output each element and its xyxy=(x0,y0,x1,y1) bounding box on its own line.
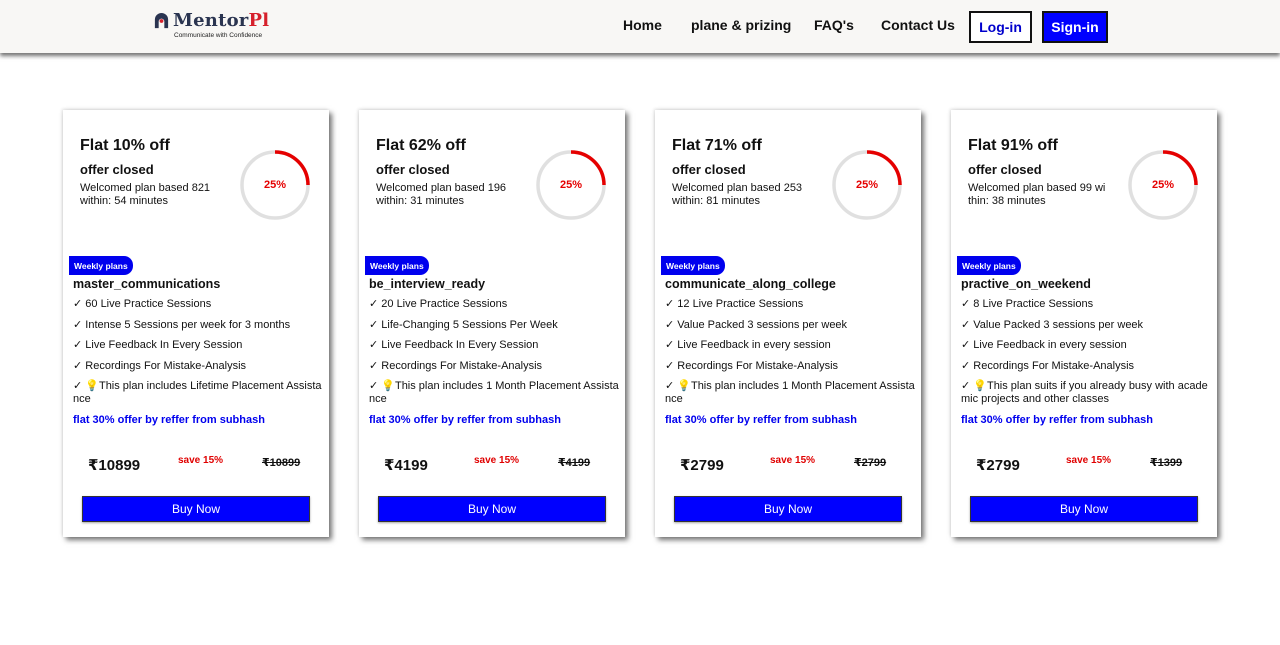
weekly-plans-badge: Weekly plans xyxy=(957,256,1021,275)
original-price: ₹1399 xyxy=(1150,457,1183,469)
plan-name: be_interview_ready xyxy=(369,277,486,291)
feature-list: ✓ 12 Live Practice Sessions ✓ Value Pack… xyxy=(665,298,915,414)
feature-item: ✓ Recordings For Mistake-Analysis xyxy=(369,359,543,372)
weekly-plans-badge: Weekly plans xyxy=(69,256,133,275)
pricing-card: Flat 62% off offer closed Welcomed plan … xyxy=(359,110,625,537)
original-price: ₹4199 xyxy=(558,457,591,469)
feature-item: ✓ Life-Changing 5 Sessions Per Week xyxy=(369,318,558,331)
offer-status: offer closed xyxy=(968,162,1042,177)
progress-label: 25% xyxy=(559,179,583,191)
feature-item: ✓ 💡This plan suits if you already busy w… xyxy=(961,380,1208,406)
plan-name: practive_on_weekend xyxy=(961,277,1091,291)
feature-item: ✓ 💡This plan includes 1 Month Placement … xyxy=(369,380,619,406)
save-label: save 15% xyxy=(474,455,520,466)
brand-name-part2: Pl xyxy=(248,10,270,31)
feature-item: ✓ 60 Live Practice Sessions xyxy=(73,298,212,310)
logo-mark-icon xyxy=(154,13,169,29)
top-navbar: MentorPl Communicate with Confidence Hom… xyxy=(0,0,1280,53)
nav-faqs[interactable]: FAQ's xyxy=(814,17,854,33)
offer-status: offer closed xyxy=(672,162,746,177)
feature-item: ✓ Live Feedback In Every Session xyxy=(369,339,539,352)
referral-offer: flat 30% offer by reffer from subhash xyxy=(961,414,1153,426)
feature-list: ✓ 20 Live Practice Sessions ✓ Life-Chang… xyxy=(369,298,619,414)
nav-contact-us[interactable]: Contact Us xyxy=(881,17,955,33)
original-price: ₹10899 xyxy=(262,457,301,469)
buy-now-button[interactable]: Buy Now xyxy=(378,496,606,522)
discount-title: Flat 71% off xyxy=(672,137,762,154)
plan-description: Welcomed plan based 99 within: 38 minute… xyxy=(968,182,1106,207)
discount-title: Flat 10% off xyxy=(80,137,170,154)
price: ₹10899 xyxy=(88,457,141,474)
progress-label: 25% xyxy=(263,179,287,191)
buy-now-button[interactable]: Buy Now xyxy=(674,496,902,522)
price: ₹2799 xyxy=(976,457,1020,474)
weekly-plans-badge: Weekly plans xyxy=(661,256,725,275)
plan-description: Welcomed plan based 196 within: 31 minut… xyxy=(376,182,507,207)
referral-offer: flat 30% offer by reffer from subhash xyxy=(73,414,265,426)
feature-item: ✓ 💡This plan includes Lifetime Placement… xyxy=(73,380,322,406)
plan-description: Welcomed plan based 821 within: 54 minut… xyxy=(80,182,211,207)
brand-name-part1: Mentor xyxy=(173,10,249,31)
feature-item: ✓ Live Feedback in every session xyxy=(961,339,1127,352)
discount-title: Flat 91% off xyxy=(968,137,1058,154)
referral-offer: flat 30% offer by reffer from subhash xyxy=(665,414,857,426)
feature-item: ✓ Value Packed 3 sessions per week xyxy=(961,318,1144,331)
feature-item: ✓ 20 Live Practice Sessions xyxy=(369,298,508,310)
feature-item: ✓ 💡This plan includes 1 Month Placement … xyxy=(665,380,915,406)
price: ₹4199 xyxy=(384,457,428,474)
feature-item: ✓ Intense 5 Sessions per week for 3 mont… xyxy=(73,318,291,331)
progress-label: 25% xyxy=(1151,179,1175,191)
progress-label: 25% xyxy=(855,179,879,191)
nav-plans-pricing[interactable]: plane & prizing xyxy=(691,17,791,33)
pricing-card: Flat 10% off offer closed Welcomed plan … xyxy=(63,110,329,537)
feature-item: ✓ Recordings For Mistake-Analysis xyxy=(665,359,839,372)
weekly-plans-badge: Weekly plans xyxy=(365,256,429,275)
buy-now-button[interactable]: Buy Now xyxy=(970,496,1198,522)
feature-item: ✓ Live Feedback In Every Session xyxy=(73,339,243,352)
save-label: save 15% xyxy=(1066,455,1112,466)
offer-status: offer closed xyxy=(376,162,450,177)
save-label: save 15% xyxy=(178,455,224,466)
feature-item: ✓ Recordings For Mistake-Analysis xyxy=(961,359,1135,372)
nav-home[interactable]: Home xyxy=(623,17,662,33)
referral-offer: flat 30% offer by reffer from subhash xyxy=(369,414,561,426)
pricing-card: Flat 91% off offer closed Welcomed plan … xyxy=(951,110,1217,537)
brand-logo[interactable]: MentorPl Communicate with Confidence xyxy=(152,11,272,42)
offer-status: offer closed xyxy=(80,162,154,177)
save-label: save 15% xyxy=(770,455,816,466)
original-price: ₹2799 xyxy=(854,457,887,469)
feature-item: ✓ Live Feedback in every session xyxy=(665,339,831,352)
feature-item: ✓ 12 Live Practice Sessions xyxy=(665,298,804,310)
feature-item: ✓ Recordings For Mistake-Analysis xyxy=(73,359,247,372)
plan-description: Welcomed plan based 253 within: 81 minut… xyxy=(672,182,803,207)
feature-item: ✓ 8 Live Practice Sessions xyxy=(961,298,1094,310)
signin-button[interactable]: Sign-in xyxy=(1042,11,1108,43)
login-button[interactable]: Log-in xyxy=(969,11,1032,43)
feature-item: ✓ Value Packed 3 sessions per week xyxy=(665,318,848,331)
brand-tagline: Communicate with Confidence xyxy=(174,32,263,39)
discount-title: Flat 62% off xyxy=(376,137,466,154)
pricing-card: Flat 71% off offer closed Welcomed plan … xyxy=(655,110,921,537)
feature-list: ✓ 8 Live Practice Sessions ✓ Value Packe… xyxy=(961,298,1211,414)
price: ₹2799 xyxy=(680,457,724,474)
feature-list: ✓ 60 Live Practice Sessions ✓ Intense 5 … xyxy=(73,298,323,414)
buy-now-button[interactable]: Buy Now xyxy=(82,496,310,522)
plan-name: master_communications xyxy=(73,277,221,291)
plan-name: communicate_along_college xyxy=(665,277,836,291)
brand-name: MentorPl xyxy=(173,11,269,31)
